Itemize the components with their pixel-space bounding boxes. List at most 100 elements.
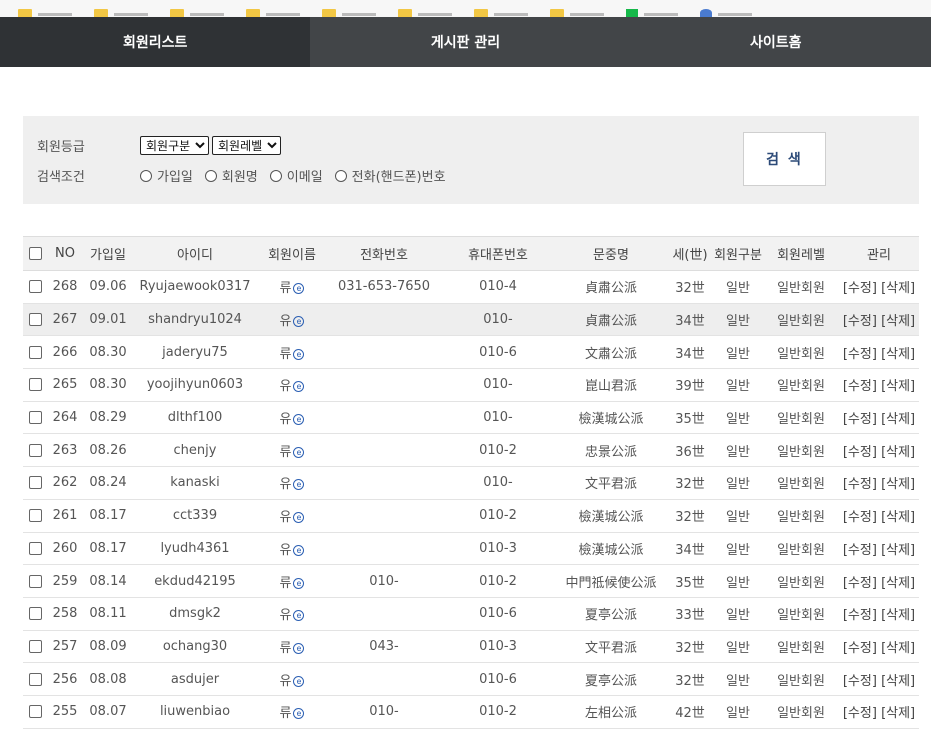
edit-link[interactable]: [수정] (843, 706, 877, 721)
cell-member-level: 일반회원 (777, 379, 825, 395)
row-checkbox[interactable] (28, 476, 42, 490)
delete-link[interactable]: [삭제] (881, 641, 915, 656)
edit-link[interactable]: [수정] (843, 412, 877, 427)
row-checkbox[interactable] (28, 509, 42, 523)
row-checkbox[interactable] (28, 705, 42, 719)
row-checkbox[interactable] (28, 411, 42, 425)
radio-email[interactable]: 이메일 (269, 166, 323, 185)
cell-id: cct339 (172, 508, 218, 524)
email-icon[interactable]: e (293, 479, 305, 491)
row-checkbox[interactable] (28, 672, 42, 686)
bookmark-item[interactable] (626, 7, 678, 17)
cell-phone (327, 499, 441, 532)
cell-name-wrap: 유e (257, 467, 327, 500)
row-checkbox[interactable] (28, 639, 42, 653)
email-icon[interactable]: e (293, 577, 305, 589)
cell-mobile: 010-3 (479, 540, 517, 556)
email-icon[interactable]: e (293, 348, 305, 360)
edit-link[interactable]: [수정] (843, 379, 877, 394)
cell-name-wrap: 류e (257, 630, 327, 663)
delete-link[interactable]: [삭제] (881, 347, 915, 362)
email-icon[interactable]: e (293, 414, 305, 426)
cell-member-type: 일반 (726, 477, 750, 493)
delete-link[interactable]: [삭제] (881, 314, 915, 329)
email-icon[interactable]: e (293, 446, 305, 458)
row-checkbox[interactable] (28, 607, 42, 621)
tab-member-list[interactable]: 회원리스트 (0, 17, 311, 67)
email-icon[interactable]: e (293, 708, 305, 720)
email-icon[interactable]: e (293, 316, 305, 328)
bookmark-item[interactable] (18, 7, 72, 17)
edit-link[interactable]: [수정] (843, 510, 877, 525)
select-all-checkbox[interactable] (28, 247, 42, 260)
bookmark-item[interactable] (398, 7, 452, 17)
bookmark-item[interactable] (94, 7, 148, 17)
edit-link[interactable]: [수정] (843, 641, 877, 656)
edit-link[interactable]: [수정] (843, 477, 877, 492)
row-select-cell (23, 467, 47, 500)
delete-link[interactable]: [삭제] (881, 608, 915, 623)
delete-link[interactable]: [삭제] (881, 543, 915, 558)
cell-name-wrap: 유e (257, 597, 327, 630)
email-icon[interactable]: e (293, 642, 305, 654)
cell-no: 258 (52, 606, 78, 622)
bookmark-item[interactable] (700, 7, 752, 17)
bookmark-item[interactable] (246, 7, 300, 17)
email-icon[interactable]: e (293, 381, 305, 393)
cell-name: 류 (279, 640, 292, 656)
bookmark-item[interactable] (322, 7, 376, 17)
radio-phone[interactable]: 전화(핸드폰)번호 (334, 166, 446, 185)
delete-link[interactable]: [삭제] (881, 412, 915, 427)
cell-id: dmsgk2 (169, 606, 221, 622)
row-checkbox[interactable] (28, 313, 42, 327)
delete-link[interactable]: [삭제] (881, 576, 915, 591)
edit-link[interactable]: [수정] (843, 543, 877, 558)
email-icon[interactable]: e (293, 512, 305, 524)
edit-link[interactable]: [수정] (843, 314, 877, 329)
edit-link[interactable]: [수정] (843, 674, 877, 689)
row-checkbox[interactable] (28, 443, 42, 457)
cell-manage: [수정] [삭제] (839, 695, 919, 728)
member-level-select[interactable]: 회원레벨 (212, 136, 281, 155)
delete-link[interactable]: [삭제] (881, 281, 915, 296)
cell-phone (327, 336, 441, 369)
radio-member-name[interactable]: 회원명 (204, 166, 258, 185)
edit-link[interactable]: [수정] (843, 608, 877, 623)
radio-join-date[interactable]: 가입일 (140, 166, 193, 185)
bookmark-item[interactable] (170, 7, 224, 17)
cell-join-date: 08.08 (89, 671, 127, 687)
email-icon[interactable]: e (293, 610, 305, 622)
email-icon[interactable]: e (293, 675, 305, 687)
delete-link[interactable]: [삭제] (881, 510, 915, 525)
tab-board-management[interactable]: 게시판 관리 (310, 17, 620, 67)
cell-no: 266 (52, 344, 78, 360)
email-icon[interactable]: e (293, 544, 305, 556)
row-checkbox[interactable] (28, 574, 42, 588)
edit-link[interactable]: [수정] (843, 576, 877, 591)
row-checkbox[interactable] (28, 345, 42, 359)
cell-join-date: 09.06 (89, 279, 127, 295)
edit-link[interactable]: [수정] (843, 445, 877, 460)
delete-link[interactable]: [삭제] (881, 445, 915, 460)
edit-link[interactable]: [수정] (843, 347, 877, 362)
member-type-select[interactable]: 회원구분 (140, 136, 209, 155)
delete-link[interactable]: [삭제] (881, 477, 915, 492)
edit-link[interactable]: [수정] (843, 281, 877, 296)
delete-link[interactable]: [삭제] (881, 379, 915, 394)
row-checkbox[interactable] (28, 280, 42, 294)
bookmark-item[interactable] (474, 7, 528, 17)
bookmark-label (190, 13, 224, 16)
cell-name: 유 (279, 673, 292, 689)
header-mobile: 휴대폰번호 (468, 248, 528, 263)
bookmark-item[interactable] (550, 7, 604, 17)
email-icon[interactable]: e (293, 283, 305, 295)
delete-link[interactable]: [삭제] (881, 706, 915, 721)
cell-join-date: 08.30 (89, 377, 127, 393)
tab-site-home[interactable]: 사이트홈 (621, 17, 931, 67)
row-checkbox[interactable] (28, 378, 42, 392)
search-button[interactable]: 검 색 (743, 132, 826, 186)
row-checkbox[interactable] (28, 541, 42, 555)
header-member-type: 회원구분 (714, 248, 762, 263)
delete-link[interactable]: [삭제] (881, 674, 915, 689)
cell-clan: 崑山君派 (584, 379, 637, 395)
